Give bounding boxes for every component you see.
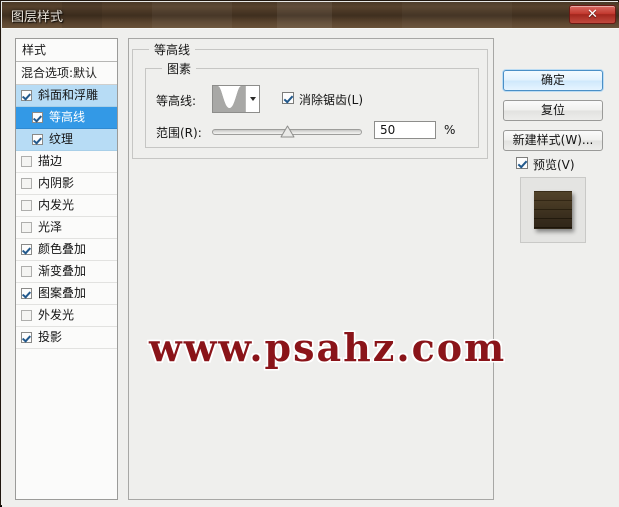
effect-checkbox[interactable] (21, 332, 32, 343)
range-slider-thumb[interactable] (280, 125, 295, 138)
preview-checkbox[interactable] (516, 157, 528, 169)
effect-label: 颜色叠加 (38, 242, 87, 256)
title-bar: 图层样式 ✕ (2, 2, 619, 28)
effect-checkbox[interactable] (21, 178, 32, 189)
preview-swatch (534, 191, 572, 229)
blend-options-item[interactable]: 混合选项:默认 (16, 62, 117, 85)
styles-list-panel: 样式 混合选项:默认 斜面和浮雕等高线纹理描边内阴影内发光光泽颜色叠加渐变叠加图… (15, 38, 118, 500)
effect-row[interactable]: 描边 (16, 151, 117, 173)
effect-checkbox[interactable] (32, 112, 43, 123)
effect-checkbox[interactable] (21, 156, 32, 167)
contour-group: 等高线 图素 等高线: 消除锯齿(L) 范围(R): 50 % (132, 41, 488, 159)
titlebar-glass-streak (402, 2, 512, 28)
effect-label: 光泽 (38, 220, 63, 234)
options-panel: 等高线 图素 等高线: 消除锯齿(L) 范围(R): 50 % www.psah… (128, 38, 507, 500)
effect-row[interactable]: 内阴影 (16, 173, 117, 195)
effect-row[interactable]: 外发光 (16, 305, 117, 327)
slider-thumb-icon (280, 125, 294, 138)
contour-field-label: 等高线: (156, 94, 197, 108)
effect-row[interactable]: 图案叠加 (16, 283, 117, 305)
titlebar-glass-streak (277, 2, 332, 28)
effect-checkbox[interactable] (32, 134, 43, 145)
watermark-text: www.psahz.com (149, 325, 507, 370)
effects-list: 斜面和浮雕等高线纹理描边内阴影内发光光泽颜色叠加渐变叠加图案叠加外发光投影 (16, 85, 117, 349)
effect-row[interactable]: 斜面和浮雕 (16, 85, 117, 107)
contour-curve-svg (213, 86, 245, 112)
ok-button[interactable]: 确定 (503, 70, 603, 91)
layer-style-dialog: 图层样式 ✕ 样式 混合选项:默认 斜面和浮雕 等高线 纹理 描边 内阴影 内发光 光泽 颜色… (0, 0, 619, 507)
range-field-label: 范围(R): (156, 126, 202, 140)
effect-label: 图案叠加 (38, 286, 87, 300)
effect-checkbox[interactable] (21, 288, 32, 299)
effect-row[interactable]: 光泽 (16, 217, 117, 239)
contour-curve-icon (213, 86, 245, 112)
window-title: 图层样式 (11, 10, 64, 25)
effect-row[interactable]: 渐变叠加 (16, 261, 117, 283)
styles-panel-header: 样式 (16, 39, 117, 62)
effect-label: 描边 (38, 154, 63, 168)
antialias-label: 消除锯齿(L) (299, 93, 364, 107)
close-icon: ✕ (587, 7, 598, 22)
titlebar-glass-streak (152, 2, 232, 28)
elements-group-title: 图素 (162, 60, 197, 77)
effect-row[interactable]: 纹理 (16, 129, 117, 151)
effect-checkbox[interactable] (21, 90, 32, 101)
effect-checkbox[interactable] (21, 266, 32, 277)
range-unit-label: % (444, 123, 456, 137)
effect-checkbox[interactable] (21, 200, 32, 211)
preview-thumbnail-box (520, 177, 586, 243)
close-button[interactable]: ✕ (569, 5, 616, 24)
contour-preset-dropdown[interactable] (212, 85, 260, 113)
effect-label: 斜面和浮雕 (38, 88, 99, 102)
new-style-button[interactable]: 新建样式(W)... (503, 130, 603, 151)
effect-checkbox[interactable] (21, 310, 32, 321)
effect-label: 等高线 (49, 110, 86, 124)
effect-row[interactable]: 等高线 (16, 107, 117, 129)
range-value-input[interactable]: 50 (374, 121, 436, 139)
reset-button[interactable]: 复位 (503, 100, 603, 121)
effect-checkbox[interactable] (21, 244, 32, 255)
elements-group: 图素 等高线: 消除锯齿(L) 范围(R): 50 % (145, 60, 479, 148)
effect-label: 内发光 (38, 198, 75, 212)
effect-label: 渐变叠加 (38, 264, 87, 278)
effect-row[interactable]: 投影 (16, 327, 117, 349)
effect-checkbox[interactable] (21, 222, 32, 233)
effect-label: 外发光 (38, 308, 75, 322)
effect-label: 内阴影 (38, 176, 75, 190)
effect-label: 纹理 (49, 132, 74, 146)
antialias-checkbox[interactable] (282, 92, 294, 104)
effect-label: 投影 (38, 330, 63, 344)
contour-group-title: 等高线 (149, 41, 196, 58)
titlebar-glass-streak (62, 2, 102, 28)
preview-label: 预览(V) (533, 158, 575, 172)
effect-row[interactable]: 内发光 (16, 195, 117, 217)
chevron-down-icon[interactable] (244, 86, 259, 112)
effect-row[interactable]: 颜色叠加 (16, 239, 117, 261)
dialog-body: 样式 混合选项:默认 斜面和浮雕 等高线 纹理 描边 内阴影 内发光 光泽 颜色叠加 渐变叠加图… (2, 28, 619, 507)
